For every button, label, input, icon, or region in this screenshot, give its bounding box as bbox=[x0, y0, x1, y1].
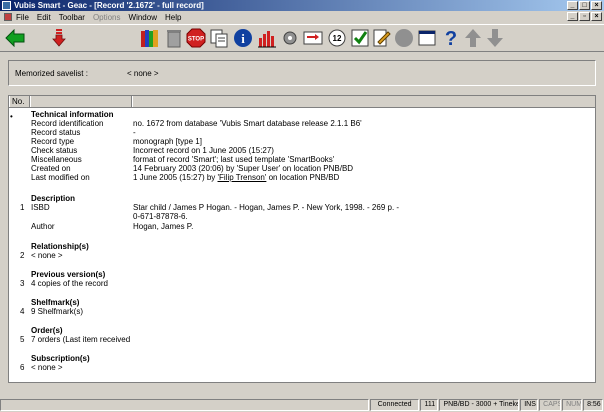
savelist-label: Memorized savelist : bbox=[15, 69, 88, 78]
down-arrow-icon[interactable] bbox=[484, 27, 506, 49]
status-location: PNB/BD - 3000 + Tineke bbox=[439, 399, 520, 411]
field-value: - bbox=[133, 128, 136, 137]
row-number: 1 bbox=[20, 203, 25, 212]
section-title-description: Description bbox=[31, 194, 76, 203]
download-arrow-icon[interactable] bbox=[48, 27, 70, 49]
menu-bar: File Edit Toolbar Options Window Help _ … bbox=[0, 11, 604, 23]
window-title: Vubis Smart - Geac - [Record '2.1672' - … bbox=[14, 1, 204, 10]
status-connection: Connected bbox=[369, 399, 420, 411]
status-caps: CAPS bbox=[539, 399, 562, 411]
field-value: monograph [type 1] bbox=[133, 137, 202, 146]
field-value: format of record 'Smart'; last used temp… bbox=[133, 155, 335, 164]
toolbar: STOP i 12 ? bbox=[0, 24, 604, 52]
tools-icon[interactable] bbox=[279, 27, 301, 49]
document-icon[interactable] bbox=[4, 13, 12, 21]
relationships-value[interactable]: < none > bbox=[31, 251, 63, 260]
menu-file[interactable]: File bbox=[16, 13, 29, 22]
isbd-value: Star child / James P Hogan. - Hogan, Jam… bbox=[133, 203, 400, 212]
row-number: 2 bbox=[20, 251, 25, 260]
section-title-subscriptions: Subscription(s) bbox=[31, 354, 90, 363]
mdi-restore-button[interactable]: ▫ bbox=[579, 12, 590, 21]
isbd-value-continued: 0-671-87878-6. bbox=[133, 212, 188, 221]
row-number: 5 bbox=[20, 335, 25, 344]
svg-text:?: ? bbox=[445, 28, 457, 48]
field-label: Record type bbox=[31, 137, 75, 146]
mdi-close-button[interactable]: × bbox=[591, 12, 602, 21]
copy-icon[interactable] bbox=[208, 27, 230, 49]
savelist-panel: Memorized savelist : < none > bbox=[8, 60, 596, 86]
menu-options[interactable]: Options bbox=[93, 13, 121, 22]
field-label: Record status bbox=[31, 128, 81, 137]
section-title-previous-versions: Previous version(s) bbox=[31, 270, 106, 279]
back-arrow-icon[interactable] bbox=[4, 27, 26, 49]
field-label: Miscellaneous bbox=[31, 155, 82, 164]
modified-location: on location PNB/BD bbox=[266, 173, 340, 182]
menu-window[interactable]: Window bbox=[129, 13, 157, 22]
trash-icon[interactable] bbox=[163, 27, 185, 49]
maximize-button[interactable]: □ bbox=[579, 1, 590, 10]
circle-icon[interactable] bbox=[393, 27, 415, 49]
books-icon[interactable] bbox=[139, 27, 161, 49]
column-header-no[interactable]: No. bbox=[9, 96, 30, 107]
row-number: 3 bbox=[20, 279, 25, 288]
modified-by-link[interactable]: 'Filip Trenson' bbox=[218, 173, 267, 182]
bar-chart-icon[interactable] bbox=[256, 27, 278, 49]
column-header-value[interactable] bbox=[132, 96, 595, 107]
close-button[interactable]: × bbox=[591, 1, 602, 10]
field-value: no. 1672 from database 'Vubis Smart data… bbox=[133, 119, 362, 128]
shelfmarks-value[interactable]: 9 Shelfmark(s) bbox=[31, 307, 83, 316]
section-title-shelfmarks: Shelfmark(s) bbox=[31, 298, 80, 307]
previous-versions-value[interactable]: 4 copies of the record bbox=[31, 279, 108, 288]
savelist-value: < none > bbox=[127, 69, 159, 78]
status-message bbox=[0, 399, 369, 411]
field-label: Record identification bbox=[31, 119, 104, 128]
field-label: ISBD bbox=[31, 203, 50, 212]
row-number: 6 bbox=[20, 363, 25, 372]
edit-icon[interactable] bbox=[371, 27, 393, 49]
title-bar: Vubis Smart - Geac - [Record '2.1672' - … bbox=[0, 0, 604, 11]
field-label: Author bbox=[31, 222, 55, 231]
current-row-marker: • bbox=[10, 112, 13, 121]
subscriptions-value[interactable]: < none > bbox=[31, 363, 63, 372]
section-title-relationships: Relationship(s) bbox=[31, 242, 89, 251]
help-icon[interactable]: ? bbox=[440, 27, 462, 49]
status-num: NUM bbox=[562, 399, 583, 411]
menu-edit[interactable]: Edit bbox=[37, 13, 51, 22]
row-number: 4 bbox=[20, 307, 25, 316]
field-value: Incorrect record on 1 June 2005 (15:27) bbox=[133, 146, 274, 155]
field-value: 1 June 2005 (15:27) by 'Filip Trenson' o… bbox=[133, 173, 339, 182]
field-label: Check status bbox=[31, 146, 78, 155]
app-icon bbox=[2, 1, 11, 10]
modified-date: 1 June 2005 (15:27) by bbox=[133, 173, 218, 182]
menu-toolbar[interactable]: Toolbar bbox=[59, 13, 85, 22]
section-title-orders: Order(s) bbox=[31, 326, 63, 335]
stop-icon[interactable]: STOP bbox=[185, 27, 207, 49]
status-ins: INS bbox=[520, 399, 539, 411]
author-value: Hogan, James P. bbox=[133, 222, 194, 231]
svg-text:STOP: STOP bbox=[188, 37, 204, 43]
status-code: 111 bbox=[420, 399, 439, 411]
status-time: 8:56 bbox=[583, 399, 604, 411]
minimize-button[interactable]: _ bbox=[567, 1, 578, 10]
record-grid[interactable]: No. • Technical information Record ident… bbox=[8, 95, 596, 383]
section-title-technical: Technical information bbox=[31, 110, 114, 119]
menu-help[interactable]: Help bbox=[165, 13, 181, 22]
window-icon[interactable] bbox=[416, 27, 438, 49]
svg-text:i: i bbox=[241, 31, 245, 46]
orders-value[interactable]: 7 orders (Last item received bbox=[31, 335, 130, 344]
mdi-minimize-button[interactable]: _ bbox=[567, 12, 578, 21]
info-icon[interactable]: i bbox=[232, 27, 254, 49]
svg-text:12: 12 bbox=[333, 34, 342, 43]
checkmark-icon[interactable] bbox=[349, 27, 371, 49]
up-arrow-icon[interactable] bbox=[462, 27, 484, 49]
grid-header: No. bbox=[9, 96, 595, 108]
field-label: Created on bbox=[31, 164, 71, 173]
status-bar: Connected 111 PNB/BD - 3000 + Tineke INS… bbox=[0, 399, 604, 412]
field-label: Last modified on bbox=[31, 173, 90, 182]
field-value: 14 February 2003 (20:06) by 'Super User'… bbox=[133, 164, 354, 173]
exchange-icon[interactable] bbox=[302, 27, 324, 49]
record-compare-icon[interactable]: 12 bbox=[326, 27, 348, 49]
column-header-label[interactable] bbox=[30, 96, 132, 107]
